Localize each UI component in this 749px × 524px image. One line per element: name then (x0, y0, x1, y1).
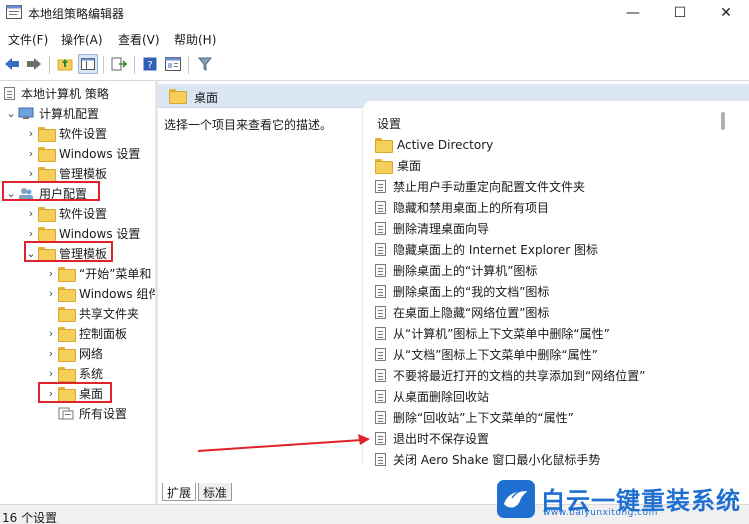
annotation-arrow (197, 434, 370, 452)
bird-logo-icon (497, 480, 535, 518)
status-text: 16 个设置 (2, 511, 58, 524)
watermark-logo: 白云一键重装系统 www.baiyunxitong.com (497, 480, 749, 520)
watermark-url: www.baiyunxitong.com (543, 508, 658, 518)
tab-extended[interactable]: 扩展 (162, 483, 197, 501)
tab-standard[interactable]: 标准 (198, 483, 233, 501)
